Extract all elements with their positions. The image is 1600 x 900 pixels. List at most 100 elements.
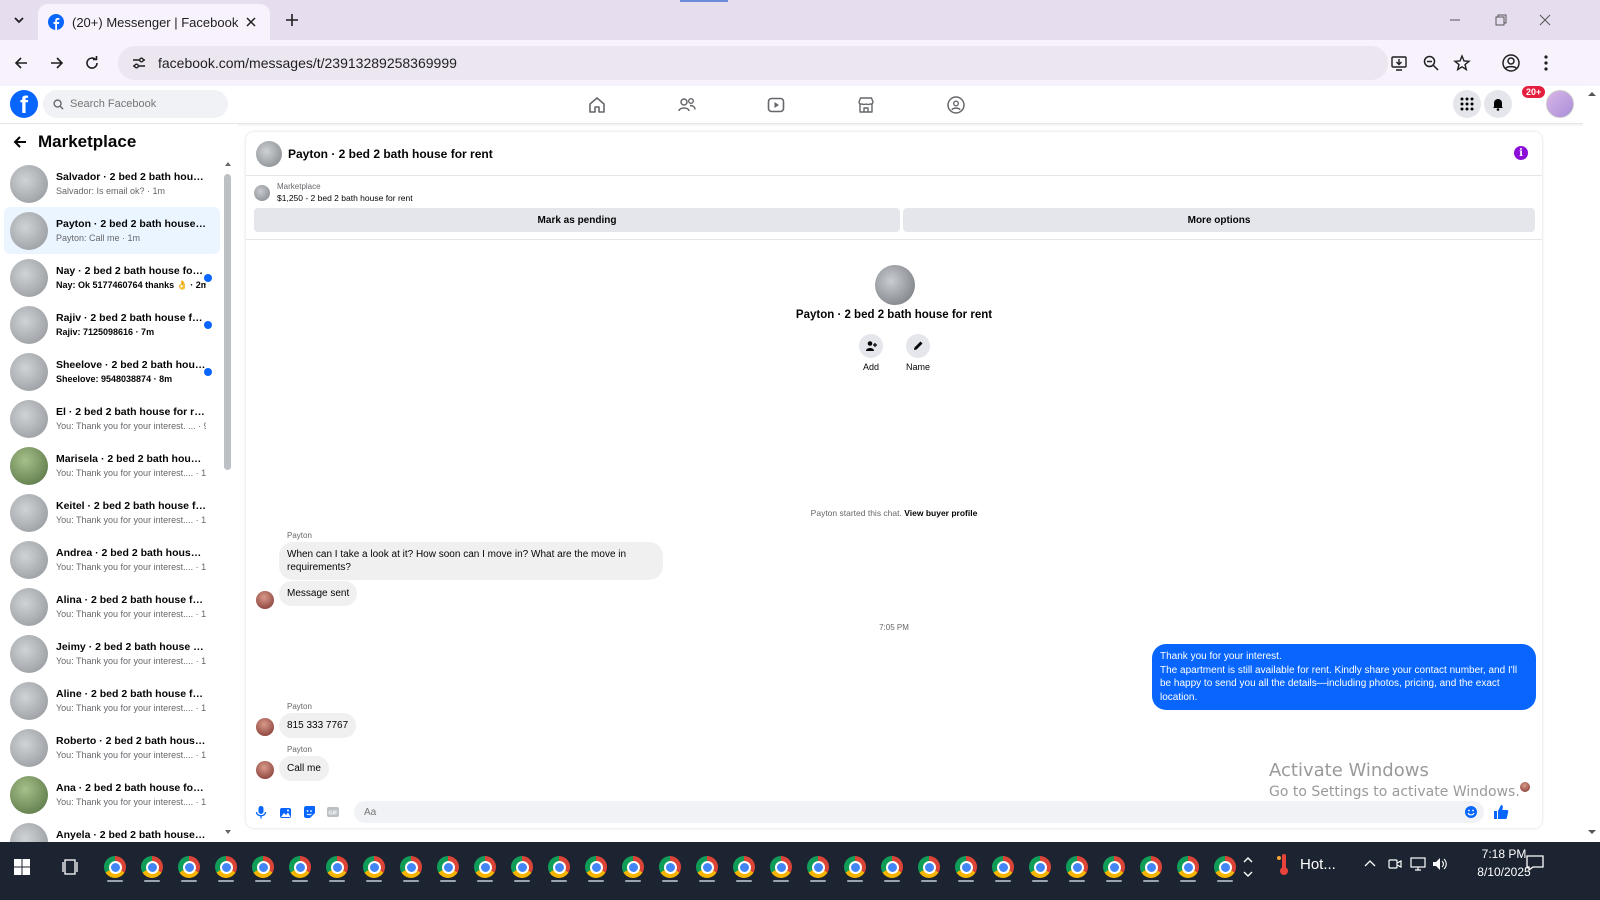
taskbar-chrome-window[interactable] xyxy=(729,852,759,882)
sender-avatar[interactable] xyxy=(256,761,274,779)
address-bar[interactable]: facebook.com/messages/t/2391328925836999… xyxy=(118,46,1388,80)
facebook-logo[interactable]: f xyxy=(10,90,38,118)
view-buyer-profile-link[interactable]: View buyer profile xyxy=(904,508,977,518)
weather-widget[interactable]: Hot... xyxy=(1276,852,1336,876)
add-contact-action[interactable]: Add xyxy=(851,334,891,372)
site-info-icon[interactable] xyxy=(124,55,154,71)
message-bubble[interactable]: Call me xyxy=(279,756,329,781)
reload-button[interactable] xyxy=(79,50,105,76)
conversation-item[interactable]: Payton · 2 bed 2 bath house fo... Payton:… xyxy=(4,207,220,254)
nav-video[interactable] xyxy=(763,92,789,118)
marketplace-listing[interactable]: Marketplace $1,250 - 2 bed 2 bath house … xyxy=(254,182,413,203)
conversation-item[interactable]: Ana · 2 bed 2 bath house for rent You: Th… xyxy=(4,771,220,818)
nav-home[interactable] xyxy=(584,92,610,118)
taskbar-chrome-window[interactable] xyxy=(988,852,1018,882)
conversation-item[interactable]: Sheelove · 2 bed 2 bath hous... Sheelove:… xyxy=(4,348,220,395)
taskbar-chrome-window[interactable] xyxy=(433,852,463,882)
taskbar-chrome-window[interactable] xyxy=(1136,852,1166,882)
taskbar-chrome-window[interactable] xyxy=(137,852,167,882)
arrow-left-icon[interactable] xyxy=(12,134,28,150)
conversation-item[interactable]: Roberto · 2 bed 2 bath house f... You: Th… xyxy=(4,724,220,771)
notifications-button[interactable] xyxy=(1484,90,1512,118)
conversation-item[interactable]: Marisela · 2 bed 2 bath house f... You: T… xyxy=(4,442,220,489)
taskbar-chrome-window[interactable] xyxy=(914,852,944,882)
forward-button[interactable] xyxy=(44,50,70,76)
task-view-button[interactable] xyxy=(56,852,86,882)
sender-avatar[interactable] xyxy=(256,591,274,609)
taskbar-chrome-window[interactable] xyxy=(618,852,648,882)
taskbar-chrome-window[interactable] xyxy=(211,852,241,882)
taskbar-chrome-window[interactable] xyxy=(248,852,278,882)
sender-avatar[interactable] xyxy=(256,718,274,736)
mark-pending-button[interactable]: Mark as pending xyxy=(254,208,900,232)
tab-search-button[interactable] xyxy=(7,8,31,32)
volume-icon[interactable] xyxy=(1432,857,1448,871)
more-options-button[interactable]: More options xyxy=(903,208,1535,232)
back-button[interactable] xyxy=(8,50,34,76)
taskbar-chrome-window[interactable] xyxy=(544,852,574,882)
taskbar-chrome-window[interactable] xyxy=(322,852,352,882)
taskbar-chrome-window[interactable] xyxy=(396,852,426,882)
message-input[interactable] xyxy=(354,801,1484,823)
taskbar-chrome-window[interactable] xyxy=(1062,852,1092,882)
conversation-item[interactable]: Rajiv · 2 bed 2 bath house for... Rajiv: … xyxy=(4,301,220,348)
taskbar-chrome-window[interactable] xyxy=(285,852,315,882)
taskbar-chrome-window[interactable] xyxy=(507,852,537,882)
taskbar-chrome-window[interactable] xyxy=(803,852,833,882)
nav-groups[interactable] xyxy=(943,92,969,118)
new-tab-button[interactable] xyxy=(280,8,304,32)
conversation-item[interactable]: Jeimy · 2 bed 2 bath house for ... You: T… xyxy=(4,630,220,677)
sidebar-scrollbar[interactable] xyxy=(224,162,232,854)
taskbar-chrome-window[interactable] xyxy=(951,852,981,882)
voice-clip-button[interactable] xyxy=(252,803,270,821)
chevron-up-icon[interactable] xyxy=(1364,858,1376,870)
menu-button[interactable] xyxy=(1453,90,1481,118)
zoom-button[interactable] xyxy=(1418,50,1444,76)
browser-menu-button[interactable] xyxy=(1533,50,1559,76)
taskbar-chrome-window[interactable] xyxy=(470,852,500,882)
message-bubble[interactable]: When can I take a look at it? How soon c… xyxy=(279,542,663,580)
minimize-button[interactable] xyxy=(1432,0,1478,40)
profile-avatar[interactable] xyxy=(875,265,915,305)
taskbar-chrome-window[interactable] xyxy=(100,852,130,882)
sidebar-scroll-thumb[interactable] xyxy=(224,174,231,470)
conversation-item[interactable]: Andrea · 2 bed 2 bath house fo... You: Th… xyxy=(4,536,220,583)
attach-photo-button[interactable] xyxy=(276,803,294,821)
close-window-button[interactable] xyxy=(1522,0,1568,40)
conversation-item[interactable]: El · 2 bed 2 bath house for rent You: Tha… xyxy=(4,395,220,442)
start-button[interactable] xyxy=(7,852,37,882)
info-icon[interactable]: i xyxy=(1514,146,1528,160)
search-input[interactable] xyxy=(70,98,210,110)
facebook-search[interactable] xyxy=(43,90,228,118)
taskbar-chrome-window[interactable] xyxy=(655,852,685,882)
conversation-item[interactable]: Nay · 2 bed 2 bath house for ... Nay: Ok … xyxy=(4,254,220,301)
conversation-item[interactable]: Alina · 2 bed 2 bath house for r... You: … xyxy=(4,583,220,630)
message-bubble[interactable]: Message sent xyxy=(279,581,358,606)
taskbar-chrome-window[interactable] xyxy=(174,852,204,882)
profile-button[interactable] xyxy=(1498,50,1524,76)
bookmark-button[interactable] xyxy=(1449,50,1475,76)
message-bubble[interactable]: 815 333 7767 xyxy=(279,713,357,738)
taskbar-chrome-window[interactable] xyxy=(766,852,796,882)
taskbar-chrome-window[interactable] xyxy=(877,852,907,882)
like-button[interactable] xyxy=(1492,803,1510,821)
emoji-button[interactable] xyxy=(1462,803,1480,821)
tab-close-button[interactable] xyxy=(242,13,260,31)
taskbar-chrome-window[interactable] xyxy=(1099,852,1129,882)
chat-title[interactable]: Payton · 2 bed 2 bath house for rent xyxy=(288,147,493,161)
chat-avatar[interactable] xyxy=(256,140,282,167)
conversation-item[interactable]: Aline · 2 bed 2 bath house for r... You: … xyxy=(4,677,220,724)
taskbar-chrome-window[interactable] xyxy=(692,852,722,882)
conversation-item[interactable]: Salvador · 2 bed 2 bath house f... Salvad… xyxy=(4,160,220,207)
meet-now-icon[interactable] xyxy=(1388,857,1402,871)
nav-marketplace[interactable] xyxy=(853,92,879,118)
account-avatar[interactable] xyxy=(1546,90,1574,118)
notification-center-icon[interactable] xyxy=(1526,855,1544,871)
browser-tab-messenger[interactable]: (20+) Messenger | Facebook xyxy=(38,4,270,40)
outgoing-message-bubble[interactable]: Thank you for your interest. The apartme… xyxy=(1152,644,1536,710)
taskbar-chrome-window[interactable] xyxy=(1025,852,1055,882)
taskbar-chrome-window[interactable] xyxy=(359,852,389,882)
sticker-button[interactable] xyxy=(300,803,318,821)
network-icon[interactable] xyxy=(1410,857,1426,871)
conversation-item[interactable]: Keitel · 2 bed 2 bath house for ... You: … xyxy=(4,489,220,536)
